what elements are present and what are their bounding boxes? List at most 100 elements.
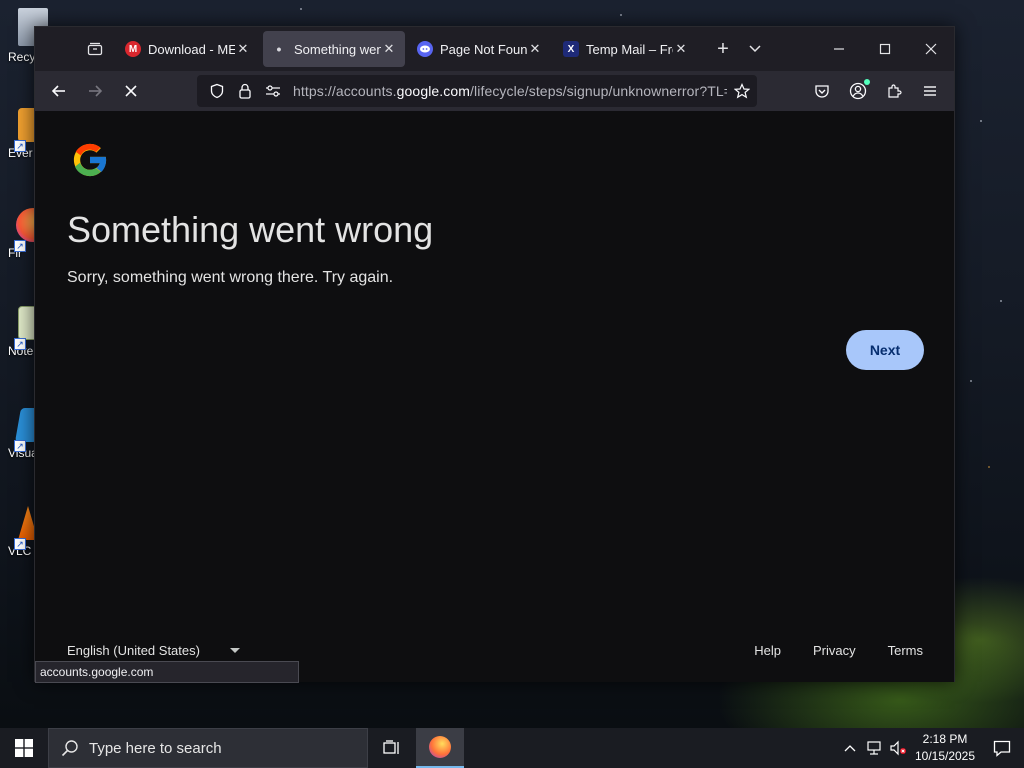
clock-date: 10/15/2025 — [914, 749, 976, 763]
url-prefix: https://accounts. — [293, 83, 397, 99]
status-bar: accounts.google.com — [35, 661, 299, 683]
chevron-down-icon — [749, 45, 761, 53]
page-content: Something went wrong Sorry, something we… — [35, 111, 954, 682]
chevron-up-icon — [844, 745, 856, 752]
tab-close-icon[interactable]: ✕ — [673, 41, 689, 57]
bookmark-button[interactable] — [727, 76, 757, 106]
close-window-button[interactable] — [908, 27, 954, 71]
permissions-button[interactable] — [261, 79, 285, 103]
terms-link[interactable]: Terms — [888, 643, 923, 658]
clock-time: 2:18 PM — [922, 732, 968, 746]
star — [988, 466, 990, 468]
account-button[interactable] — [842, 75, 874, 107]
taskbar-firefox[interactable] — [416, 728, 464, 768]
url-text[interactable]: https://accounts.google.com/lifecycle/st… — [293, 83, 727, 99]
maximize-button[interactable] — [862, 27, 908, 71]
temp-mail-icon: X — [563, 41, 579, 57]
notification-dot-icon — [864, 79, 870, 85]
browser-window: M Download - MEGA ✕ • Something went wro… — [34, 26, 955, 683]
language-selector[interactable]: English (United States) — [67, 643, 240, 658]
next-button[interactable]: Next — [846, 330, 924, 370]
shortcut-arrow-icon: ↗ — [14, 538, 26, 550]
forward-button[interactable] — [79, 75, 111, 107]
tab-something-went-wrong[interactable]: • Something went wrong ✕ — [263, 31, 405, 67]
show-hidden-icons-button[interactable] — [838, 728, 862, 768]
footer-links: Help Privacy Terms — [722, 643, 923, 658]
minimize-button[interactable] — [816, 27, 862, 71]
shortcut-arrow-icon: ↗ — [14, 240, 26, 252]
volume-muted-icon — [890, 740, 906, 756]
tab-close-icon[interactable]: ✕ — [381, 41, 397, 57]
star — [1000, 300, 1002, 302]
toolbar-right — [802, 75, 946, 107]
page-title: Something went wrong — [67, 209, 434, 250]
tab-title: Page Not Found — [440, 41, 527, 57]
back-button[interactable] — [43, 75, 75, 107]
stop-loading-button[interactable] — [115, 75, 147, 107]
pocket-button[interactable] — [806, 75, 838, 107]
tab-title: Temp Mail – Free — [586, 41, 673, 57]
google-logo-icon — [73, 143, 108, 177]
error-message: Sorry, something went wrong there. Try a… — [67, 269, 394, 286]
search-icon — [61, 740, 78, 757]
task-view-icon — [383, 740, 399, 754]
maximize-icon — [879, 43, 891, 55]
star — [970, 380, 972, 382]
url-domain: google.com — [396, 83, 471, 99]
firefox-view-icon — [87, 42, 103, 56]
help-link[interactable]: Help — [754, 643, 781, 658]
tab-mega[interactable]: M Download - MEGA ✕ — [117, 31, 259, 67]
windows-logo-icon — [15, 739, 33, 757]
task-view-button[interactable] — [368, 728, 416, 768]
lock-icon — [239, 83, 251, 99]
tab-title: Download - MEGA — [148, 41, 235, 57]
account-icon — [849, 82, 867, 100]
system-tray: 2:18 PM 10/15/2025 — [838, 728, 1024, 768]
firefox-icon — [429, 736, 451, 758]
list-all-tabs-button[interactable] — [739, 33, 771, 65]
clock[interactable]: 2:18 PM 10/15/2025 — [910, 731, 980, 765]
pocket-icon — [815, 85, 829, 98]
window-controls — [816, 27, 954, 71]
search-placeholder: Type here to search — [89, 739, 222, 757]
extensions-button[interactable] — [878, 75, 910, 107]
firefox-view-button[interactable] — [77, 31, 113, 67]
shortcut-arrow-icon: ↗ — [14, 440, 26, 452]
hamburger-menu-icon — [924, 86, 936, 96]
start-button[interactable] — [0, 728, 48, 768]
notification-icon — [993, 740, 1011, 757]
network-button[interactable] — [862, 728, 886, 768]
network-icon — [867, 741, 881, 755]
tab-temp-mail[interactable]: X Temp Mail – Free ✕ — [555, 31, 697, 67]
puzzle-icon — [888, 84, 902, 98]
minimize-icon — [834, 48, 844, 50]
stop-x-icon — [125, 85, 137, 97]
close-icon — [925, 43, 937, 55]
arrow-right-icon — [89, 85, 103, 97]
arrow-left-icon — [51, 85, 65, 97]
tracking-protection-button[interactable] — [205, 79, 229, 103]
action-center-button[interactable] — [980, 728, 1024, 768]
taskbar: Type here to search 2:18 PM 10/15/2025 — [0, 728, 1024, 768]
url-path: /lifecycle/steps/signup/unknownerror?TL=… — [470, 83, 727, 99]
site-security-button[interactable] — [233, 79, 257, 103]
shortcut-arrow-icon: ↗ — [14, 140, 26, 152]
tab-discord[interactable]: Page Not Found ✕ — [409, 31, 551, 67]
discord-icon — [417, 41, 433, 57]
tab-bar: M Download - MEGA ✕ • Something went wro… — [35, 27, 954, 71]
privacy-link[interactable]: Privacy — [813, 643, 856, 658]
shield-icon — [210, 83, 224, 99]
shortcut-arrow-icon: ↗ — [14, 338, 26, 350]
app-menu-button[interactable] — [914, 75, 946, 107]
navigation-toolbar: https://accounts.google.com/lifecycle/st… — [35, 71, 954, 111]
tab-close-icon[interactable]: ✕ — [235, 41, 251, 57]
new-tab-button[interactable]: + — [707, 33, 739, 65]
mega-icon: M — [125, 41, 141, 57]
loading-dot-icon: • — [276, 41, 282, 57]
sliders-icon — [266, 85, 280, 97]
url-bar[interactable]: https://accounts.google.com/lifecycle/st… — [197, 75, 757, 107]
volume-button[interactable] — [886, 728, 910, 768]
star — [980, 120, 982, 122]
tab-close-icon[interactable]: ✕ — [527, 41, 543, 57]
taskbar-search[interactable]: Type here to search — [48, 728, 368, 768]
